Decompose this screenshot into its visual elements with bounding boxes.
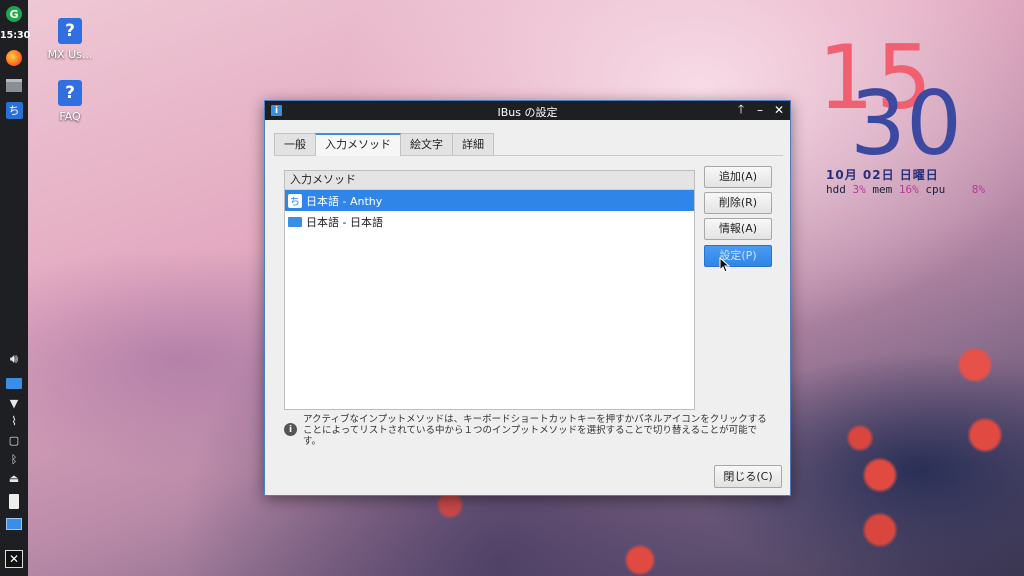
- list-item-japanese[interactable]: 日本語 - 日本語: [285, 211, 694, 232]
- help-icon: ?: [58, 80, 82, 106]
- input-method-list[interactable]: 入力メソッド ち 日本語 - Anthy 日本語 - 日本語: [284, 170, 695, 410]
- logout-button[interactable]: ✕: [4, 550, 24, 568]
- hdd-label: hdd: [826, 183, 846, 196]
- wifi-icon: ▼: [9, 396, 19, 410]
- desktop-icon-faq[interactable]: ? FAQ: [35, 80, 105, 123]
- window-title: IBus の設定: [497, 106, 558, 119]
- close-icon: ✕: [773, 103, 785, 117]
- hdd-value: 3%: [852, 183, 866, 196]
- firefox-icon: [6, 50, 22, 66]
- ibus-settings-dialog: i IBus の設定 🡑 – ✕ 一般 入力メソッド 絵文字 詳細 入力メソッド…: [264, 100, 791, 496]
- conky-stats: hdd 3% mem 16% cpu 8%: [826, 183, 985, 196]
- help-icon: ?: [58, 18, 82, 44]
- info-icon: i: [284, 423, 297, 436]
- mx-logo-icon: ✕: [5, 550, 23, 568]
- arrow-up-icon: 🡑: [737, 101, 745, 116]
- firefox-launcher[interactable]: [4, 49, 24, 67]
- volume-button[interactable]: 🔊︎: [4, 350, 24, 368]
- info-note: i アクティブなインプットメソッドは、キーボードショートカットキーを押すかパネル…: [284, 414, 774, 447]
- cpu-value: 8%: [971, 183, 985, 196]
- eject-icon: ⏏: [8, 471, 20, 485]
- title-bar[interactable]: i IBus の設定 🡑 – ✕: [265, 101, 790, 120]
- battery-button[interactable]: [4, 492, 24, 510]
- clipboard-button[interactable]: ⌇: [4, 412, 24, 430]
- list-item-anthy[interactable]: ち 日本語 - Anthy: [285, 190, 694, 211]
- conky-date: 10月 02日 日曜日: [826, 168, 939, 182]
- network-button[interactable]: ▼: [4, 394, 24, 412]
- tab-general[interactable]: 一般: [274, 133, 316, 155]
- info-text: アクティブなインプットメソッドは、キーボードショートカットキーを押すかパネルアイ…: [303, 414, 767, 447]
- bluetooth-button[interactable]: ᛒ: [4, 450, 24, 468]
- keyboard-icon: [288, 216, 302, 227]
- anthy-icon: ち: [288, 193, 302, 208]
- list-item-label: 日本語 - Anthy: [306, 194, 383, 208]
- workspace-icon: [6, 518, 22, 530]
- mx-start-icon: G: [6, 6, 22, 22]
- add-button[interactable]: 追加(A): [704, 166, 772, 188]
- tab-emoji[interactable]: 絵文字: [400, 133, 453, 155]
- ibus-tray-button[interactable]: ち: [4, 101, 24, 119]
- keyboard-icon: [6, 377, 22, 389]
- conky-minute: 30: [850, 72, 962, 175]
- package-updater-button[interactable]: ▢: [4, 431, 24, 449]
- keyboard-layout-button[interactable]: [4, 374, 24, 392]
- paperclip-icon: ⌇: [11, 414, 17, 428]
- panel-clock[interactable]: 15:30: [0, 30, 30, 41]
- app-menu-button[interactable]: G: [4, 5, 24, 23]
- cpu-label: cpu: [925, 183, 946, 196]
- box-icon: ▢: [8, 433, 20, 447]
- tab-input-method[interactable]: 入力メソッド: [315, 133, 401, 156]
- eject-button[interactable]: ⏏: [4, 469, 24, 487]
- mem-label: mem: [872, 183, 893, 196]
- workspace-switcher[interactable]: [4, 515, 24, 533]
- bluetooth-icon: ᛒ: [10, 452, 18, 466]
- file-manager-icon: [6, 78, 22, 92]
- desktop-icon-mx-user-manual[interactable]: ? MX Us...: [35, 18, 105, 61]
- settings-button[interactable]: 設定(P): [704, 245, 772, 267]
- tab-bar: 一般 入力メソッド 絵文字 詳細: [274, 133, 494, 156]
- file-manager-launcher[interactable]: [4, 76, 24, 94]
- info-button[interactable]: 情報(A): [704, 218, 772, 240]
- battery-icon: [9, 493, 19, 509]
- close-button[interactable]: 閉じる(C): [714, 465, 782, 488]
- taskbar-panel: G 15:30 ち 🔊︎ ▼ ⌇ ▢ ᛒ ⏏ ✕: [0, 0, 30, 576]
- tab-advanced[interactable]: 詳細: [452, 133, 494, 155]
- speaker-icon: 🔊︎: [9, 351, 19, 367]
- desktop-icon-label: FAQ: [59, 110, 81, 123]
- desktop-icon-label: MX Us...: [47, 48, 93, 61]
- minimize-icon: –: [757, 103, 763, 117]
- ibus-anthy-icon: ち: [5, 101, 23, 119]
- list-item-label: 日本語 - 日本語: [306, 215, 383, 229]
- mem-value: 16%: [898, 183, 919, 196]
- list-header[interactable]: 入力メソッド: [285, 171, 694, 190]
- remove-button[interactable]: 削除(R): [704, 192, 772, 214]
- keep-above-button[interactable]: 🡑: [733, 102, 749, 118]
- close-window-button[interactable]: ✕: [771, 102, 787, 118]
- minimize-button[interactable]: –: [752, 102, 768, 118]
